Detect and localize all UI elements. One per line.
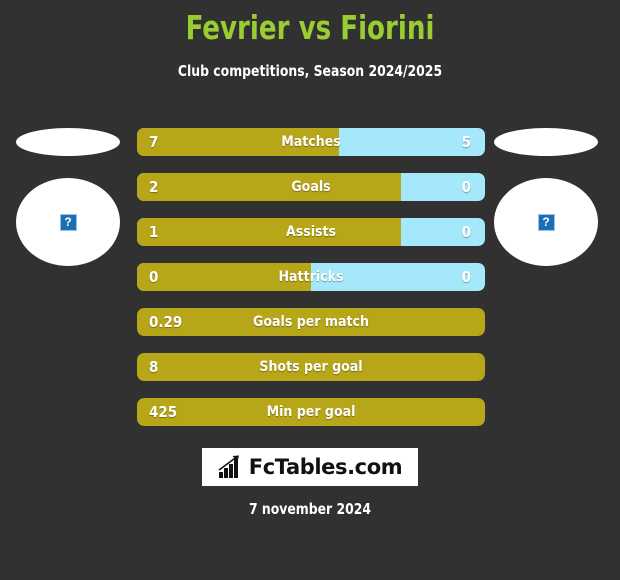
stat-bar-home-fill xyxy=(137,128,339,156)
stat-bar-away-value: 5 xyxy=(461,133,471,151)
player-photo-right: ? xyxy=(494,120,604,270)
stat-bar-home-fill xyxy=(137,263,311,291)
stat-bar-row: Assists 1 0 xyxy=(137,218,485,246)
report-date: 7 november 2024 xyxy=(248,500,372,518)
broken-image-icon: ? xyxy=(59,213,77,231)
stat-bar-row: Shots per goal 8 xyxy=(137,353,485,381)
fctables-logo[interactable]: FcTables.com xyxy=(202,448,418,486)
stat-bar-row: Matches 7 5 xyxy=(137,128,485,156)
stat-bar-row: Hattricks 0 0 xyxy=(137,263,485,291)
stat-bar-home-value: 7 xyxy=(149,133,159,151)
stat-bar-home-value: 2 xyxy=(149,178,159,196)
stat-bar-home-value: 1 xyxy=(149,223,159,241)
stat-bar-home-value: 0.29 xyxy=(149,313,183,331)
stat-bar-away-value: 0 xyxy=(461,268,471,286)
page-title: Fevrier vs Fiorini xyxy=(185,8,435,47)
player-photo-right-avatar: ? xyxy=(494,178,598,266)
stat-bar-row: Min per goal 425 xyxy=(137,398,485,426)
stat-bar-home-fill xyxy=(137,308,485,336)
player-photo-left: ? xyxy=(16,120,126,270)
stat-bar-home-fill xyxy=(137,218,402,246)
stat-bar-home-value: 8 xyxy=(149,358,159,376)
player-photo-left-top-ellipse xyxy=(16,128,120,156)
stat-bar-row: Goals per match 0.29 xyxy=(137,308,485,336)
fctables-logo-text: FcTables.com xyxy=(248,455,403,479)
player-photo-left-avatar: ? xyxy=(16,178,120,266)
fctables-logo-inner: FcTables.com xyxy=(218,455,403,479)
player-photo-right-top-ellipse xyxy=(494,128,598,156)
broken-image-icon: ? xyxy=(537,213,555,231)
stat-bar-home-value: 425 xyxy=(149,403,178,421)
stat-bar-home-fill xyxy=(137,173,402,201)
stat-bar-away-value: 0 xyxy=(461,178,471,196)
stat-bar-list: Matches 7 5 Goals 2 0 Assists 1 0 Hattricks 0 0 Goal… xyxy=(137,128,485,443)
stat-bar-home-fill xyxy=(137,398,485,426)
bar-chart-growth-icon xyxy=(218,455,239,478)
stat-bar-away-value: 0 xyxy=(461,223,471,241)
stat-bar-home-fill xyxy=(137,353,485,381)
stat-comparison-page: Fevrier vs Fiorini Club competitions, Se… xyxy=(0,0,620,580)
page-subtitle: Club competitions, Season 2024/2025 xyxy=(177,62,443,80)
stat-bar-row: Goals 2 0 xyxy=(137,173,485,201)
stat-bar-home-value: 0 xyxy=(149,268,159,286)
